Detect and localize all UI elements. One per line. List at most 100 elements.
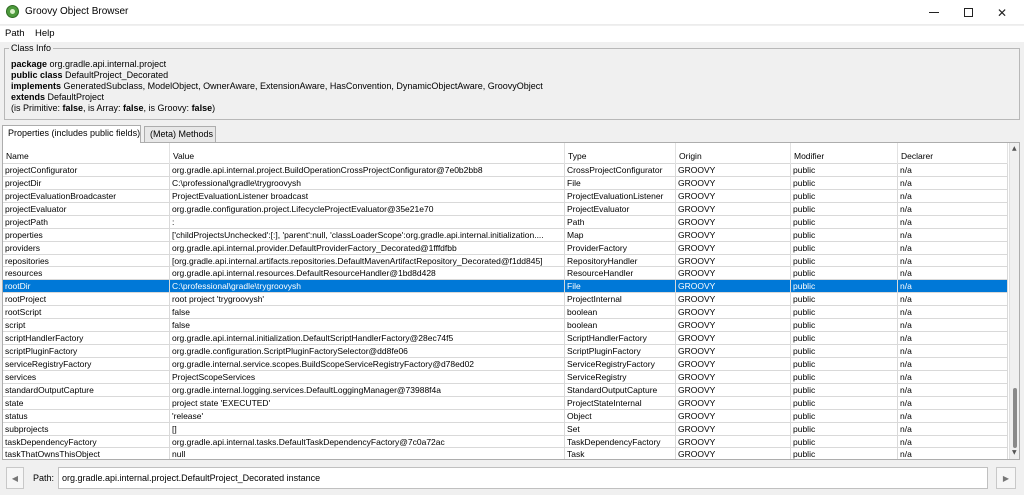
cell-origin[interactable]: GROOVY <box>676 345 791 358</box>
cell-declarer[interactable]: n/a <box>898 202 1008 215</box>
cell-name[interactable]: projectDir <box>3 176 170 189</box>
cell-modifier[interactable]: public <box>791 319 898 332</box>
cell-value[interactable]: [] <box>170 422 565 435</box>
scroll-thumb[interactable] <box>1013 388 1017 448</box>
path-back-button[interactable]: ◀ <box>6 467 24 489</box>
cell-name[interactable]: rootDir <box>3 280 170 293</box>
table-row[interactable]: services ProjectScopeServices ServiceRegis… <box>3 370 1008 384</box>
cell-origin[interactable]: GROOVY <box>676 409 791 422</box>
cell-value[interactable]: false <box>170 306 565 319</box>
cell-origin[interactable]: GROOVY <box>676 176 791 189</box>
cell-type[interactable]: TaskDependencyFactory <box>565 435 676 448</box>
cell-origin[interactable]: GROOVY <box>676 228 791 241</box>
cell-declarer[interactable]: n/a <box>898 280 1008 293</box>
cell-declarer[interactable]: n/a <box>898 422 1008 435</box>
column-header-origin[interactable]: Origin <box>676 143 791 164</box>
cell-name[interactable]: scriptHandlerFactory <box>3 332 170 345</box>
cell-declarer[interactable]: n/a <box>898 357 1008 370</box>
cell-origin[interactable]: GROOVY <box>676 370 791 383</box>
cell-type[interactable]: Task <box>565 448 676 459</box>
cell-value[interactable]: org.gradle.api.internal.initialization.D… <box>170 332 565 345</box>
cell-type[interactable]: ScriptPluginFactory <box>565 345 676 358</box>
column-header-type[interactable]: Type <box>565 143 676 164</box>
cell-value[interactable]: org.gradle.api.internal.project.BuildOpe… <box>170 164 565 176</box>
cell-origin[interactable]: GROOVY <box>676 202 791 215</box>
cell-declarer[interactable]: n/a <box>898 435 1008 448</box>
cell-modifier[interactable]: public <box>791 332 898 345</box>
cell-declarer[interactable]: n/a <box>898 319 1008 332</box>
cell-type[interactable]: File <box>565 176 676 189</box>
column-header-modifier[interactable]: Modifier <box>791 143 898 164</box>
cell-type[interactable]: CrossProjectConfigurator <box>565 164 676 176</box>
cell-type[interactable]: RepositoryHandler <box>565 254 676 267</box>
cell-origin[interactable]: GROOVY <box>676 293 791 306</box>
cell-value[interactable]: project state 'EXECUTED' <box>170 396 565 409</box>
cell-origin[interactable]: GROOVY <box>676 280 791 293</box>
cell-declarer[interactable]: n/a <box>898 332 1008 345</box>
cell-declarer[interactable]: n/a <box>898 254 1008 267</box>
cell-declarer[interactable]: n/a <box>898 215 1008 228</box>
cell-declarer[interactable]: n/a <box>898 370 1008 383</box>
cell-declarer[interactable]: n/a <box>898 448 1008 459</box>
cell-origin[interactable]: GROOVY <box>676 332 791 345</box>
cell-origin[interactable]: GROOVY <box>676 267 791 280</box>
close-button[interactable]: ✕ <box>980 0 1024 25</box>
cell-value[interactable]: ProjectEvaluationListener broadcast <box>170 189 565 202</box>
tab-meta-methods[interactable]: (Meta) Methods <box>144 126 216 142</box>
cell-type[interactable]: ServiceRegistryFactory <box>565 357 676 370</box>
cell-name[interactable]: projectPath <box>3 215 170 228</box>
cell-type[interactable]: StandardOutputCapture <box>565 383 676 396</box>
cell-declarer[interactable]: n/a <box>898 164 1008 176</box>
cell-origin[interactable]: GROOVY <box>676 448 791 459</box>
cell-modifier[interactable]: public <box>791 293 898 306</box>
cell-modifier[interactable]: public <box>791 254 898 267</box>
cell-type[interactable]: ProviderFactory <box>565 241 676 254</box>
table-row[interactable]: standardOutputCapture org.gradle.internal… <box>3 383 1008 397</box>
cell-type[interactable]: ScriptHandlerFactory <box>565 332 676 345</box>
menu-path[interactable]: Path <box>5 28 25 39</box>
cell-value[interactable]: org.gradle.configuration.project.Lifecyc… <box>170 202 565 215</box>
cell-value[interactable]: C:\professional\gradle\trygroovysh <box>170 280 565 293</box>
cell-declarer[interactable]: n/a <box>898 409 1008 422</box>
cell-value[interactable]: ProjectScopeServices <box>170 370 565 383</box>
cell-value[interactable]: org.gradle.internal.logging.services.Def… <box>170 383 565 396</box>
cell-name[interactable]: taskThatOwnsThisObject <box>3 448 170 459</box>
cell-name[interactable]: standardOutputCapture <box>3 383 170 396</box>
cell-declarer[interactable]: n/a <box>898 306 1008 319</box>
cell-declarer[interactable]: n/a <box>898 176 1008 189</box>
cell-name[interactable]: rootScript <box>3 306 170 319</box>
table-row[interactable]: serviceRegistryFactory org.gradle.interna… <box>3 357 1008 371</box>
cell-type[interactable]: File <box>565 280 676 293</box>
cell-declarer[interactable]: n/a <box>898 189 1008 202</box>
cell-origin[interactable]: GROOVY <box>676 241 791 254</box>
cell-name[interactable]: providers <box>3 241 170 254</box>
cell-origin[interactable]: GROOVY <box>676 306 791 319</box>
table-row[interactable]: status'release' Object GROOVY public n/a <box>3 409 1008 423</box>
cell-modifier[interactable]: public <box>791 176 898 189</box>
cell-modifier[interactable]: public <box>791 448 898 459</box>
cell-value[interactable]: org.gradle.configuration.ScriptPluginFac… <box>170 345 565 358</box>
cell-type[interactable]: Map <box>565 228 676 241</box>
cell-modifier[interactable]: public <box>791 267 898 280</box>
cell-value[interactable]: root project 'trygroovysh' <box>170 293 565 306</box>
cell-name[interactable]: status <box>3 409 170 422</box>
table-row[interactable]: projectConfigurator org.gradle.api.intern… <box>3 164 1008 177</box>
cell-name[interactable]: scriptPluginFactory <box>3 345 170 358</box>
cell-modifier[interactable]: public <box>791 202 898 215</box>
cell-name[interactable]: taskDependencyFactory <box>3 435 170 448</box>
table-row[interactable]: subprojects[] Set GROOVY public n/a <box>3 422 1008 436</box>
cell-modifier[interactable]: public <box>791 435 898 448</box>
table-row[interactable]: scriptHandlerFactory org.gradle.api.inter… <box>3 332 1008 345</box>
cell-origin[interactable]: GROOVY <box>676 396 791 409</box>
cell-modifier[interactable]: public <box>791 164 898 176</box>
cell-value[interactable]: org.gradle.internal.service.scopes.Build… <box>170 357 565 370</box>
scroll-up-icon[interactable]: ▲ <box>1012 145 1017 152</box>
cell-origin[interactable]: GROOVY <box>676 357 791 370</box>
column-header-declarer[interactable]: Declarer <box>898 143 1008 164</box>
cell-value[interactable]: : <box>170 215 565 228</box>
cell-value[interactable]: false <box>170 319 565 332</box>
tab-properties[interactable]: Properties (includes public fields) <box>2 125 141 143</box>
cell-declarer[interactable]: n/a <box>898 345 1008 358</box>
cell-declarer[interactable]: n/a <box>898 383 1008 396</box>
cell-value[interactable]: C:\professional\gradle\trygroovysh <box>170 176 565 189</box>
